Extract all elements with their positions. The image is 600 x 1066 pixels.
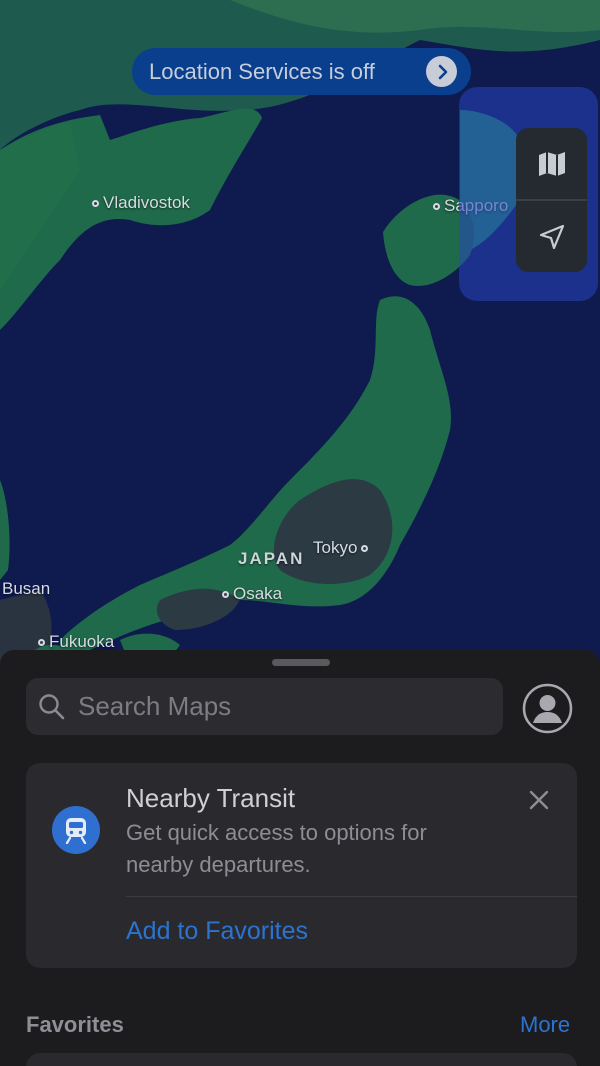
map-mode-button[interactable] bbox=[516, 128, 587, 199]
city-name: Busan bbox=[2, 579, 51, 598]
favorites-heading: Favorites bbox=[26, 1012, 124, 1037]
bottom-sheet: Nearby Transit Get quick access to optio… bbox=[0, 650, 600, 1066]
search-icon bbox=[39, 693, 65, 719]
city-name: Fukuoka bbox=[49, 632, 115, 651]
favorites-more-link[interactable]: More bbox=[520, 1012, 570, 1038]
avatar-icon bbox=[522, 683, 573, 734]
search-bar[interactable] bbox=[26, 678, 503, 735]
map-icon bbox=[538, 151, 565, 176]
city-label-fukuoka[interactable]: Fukuoka bbox=[38, 632, 114, 652]
map-controls bbox=[516, 128, 587, 272]
city-name: Vladivostok bbox=[103, 193, 190, 212]
city-dot bbox=[433, 202, 440, 210]
card-description: Get quick access to options for nearby d… bbox=[126, 820, 427, 877]
city-name: Osaka bbox=[233, 584, 283, 603]
city-dot bbox=[222, 590, 229, 598]
city-dot bbox=[38, 638, 45, 646]
current-location-button[interactable] bbox=[516, 201, 587, 272]
sheet-grabber[interactable] bbox=[272, 659, 330, 666]
location-services-label: Location Services is off bbox=[149, 58, 375, 84]
location-arrow-icon bbox=[539, 224, 564, 249]
transit-icon bbox=[52, 806, 100, 854]
city-label-osaka[interactable]: Osaka bbox=[222, 584, 282, 604]
city-label-tokyo[interactable]: Tokyo bbox=[313, 538, 369, 558]
city-dot bbox=[92, 199, 99, 207]
favorites-card bbox=[26, 1053, 577, 1066]
city-label-vladivostok[interactable]: Vladivostok bbox=[92, 193, 190, 213]
country-label-japan: JAPAN bbox=[238, 549, 305, 568]
city-label-busan[interactable]: Busan bbox=[2, 579, 50, 599]
close-icon[interactable] bbox=[526, 787, 552, 813]
location-services-banner[interactable]: Location Services is off bbox=[132, 48, 471, 95]
card-title: Nearby Transit bbox=[126, 783, 296, 813]
add-to-favorites-button[interactable]: Add to Favorites bbox=[126, 917, 308, 946]
card-divider bbox=[126, 896, 577, 897]
search-input[interactable] bbox=[76, 690, 480, 723]
nearby-transit-card: Nearby Transit Get quick access to optio… bbox=[26, 763, 577, 968]
account-button[interactable] bbox=[522, 683, 573, 734]
city-name: Tokyo bbox=[313, 538, 358, 557]
chevron-right-icon bbox=[426, 56, 457, 87]
city-dot bbox=[361, 544, 369, 552]
